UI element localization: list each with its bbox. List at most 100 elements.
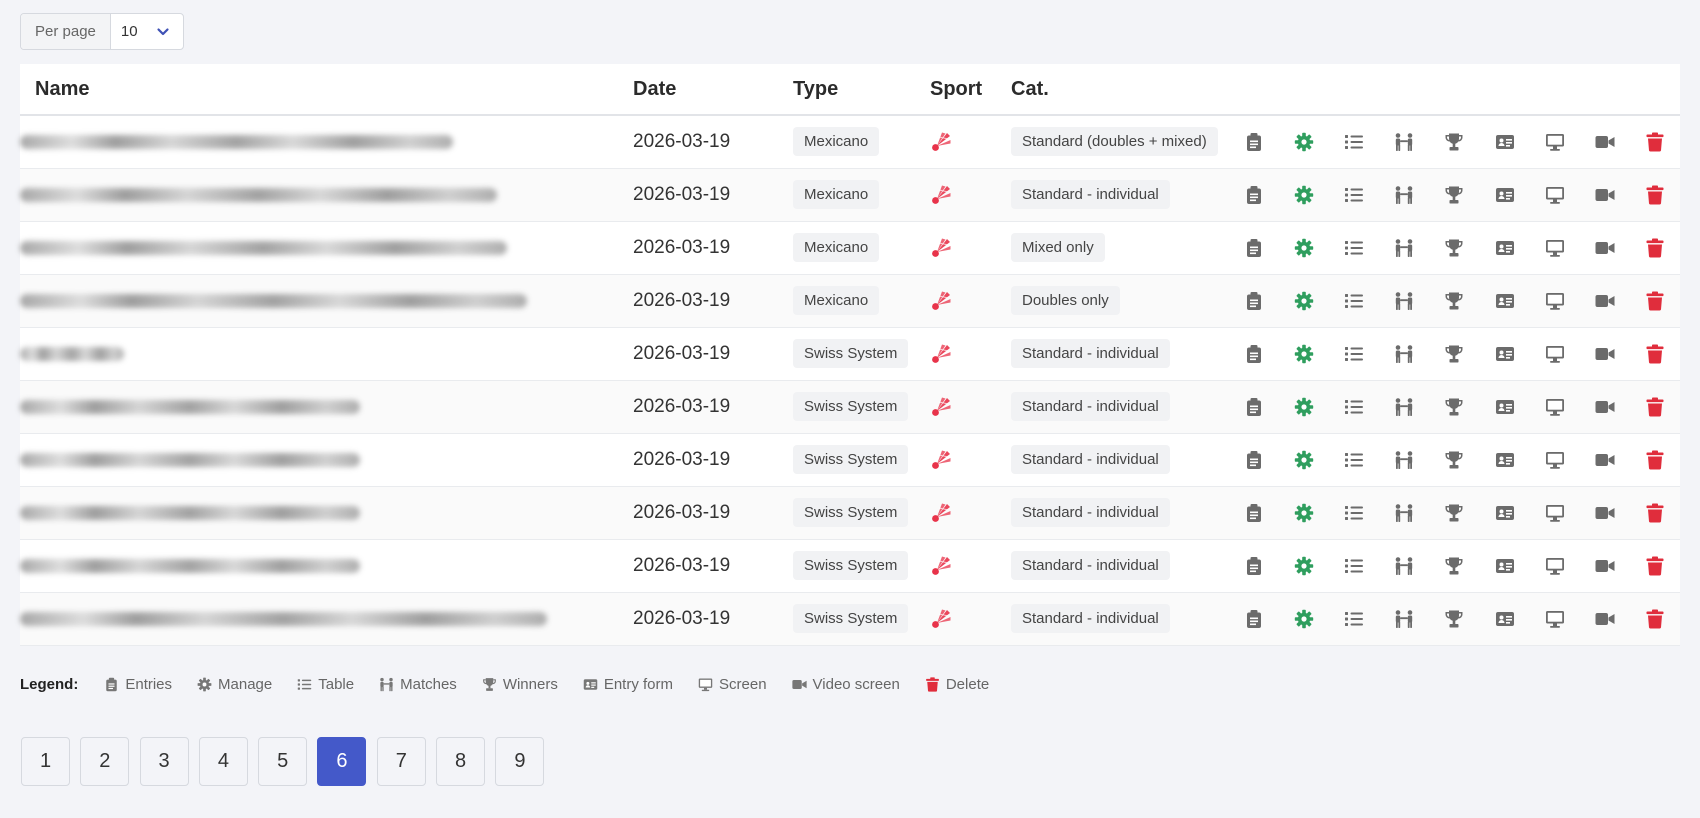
row-action-gear[interactable] — [1279, 450, 1329, 470]
row-action-video[interactable] — [1580, 185, 1630, 205]
row-action-trophy[interactable] — [1429, 397, 1479, 417]
row-action-people[interactable] — [1379, 291, 1429, 311]
row-action-people[interactable] — [1379, 609, 1429, 629]
cell-name[interactable] — [20, 539, 633, 593]
row-action-id-card[interactable] — [1480, 185, 1530, 205]
page-button-8[interactable]: 8 — [436, 737, 486, 786]
row-action-desktop[interactable] — [1530, 397, 1580, 417]
cell-name[interactable] — [20, 380, 633, 434]
row-action-id-card[interactable] — [1480, 556, 1530, 576]
row-action-id-card[interactable] — [1480, 609, 1530, 629]
page-button-4[interactable]: 4 — [198, 737, 248, 786]
cell-name[interactable] — [20, 592, 633, 646]
row-action-trophy[interactable] — [1429, 344, 1479, 364]
row-action-video[interactable] — [1580, 132, 1630, 152]
header-category[interactable]: Cat. — [1011, 64, 1229, 116]
row-action-clipboard[interactable] — [1229, 185, 1279, 205]
row-action-gear[interactable] — [1279, 503, 1329, 523]
row-action-gear[interactable] — [1279, 238, 1329, 258]
cell-name[interactable] — [20, 221, 633, 275]
page-button-3[interactable]: 3 — [139, 737, 189, 786]
row-action-desktop[interactable] — [1530, 503, 1580, 523]
row-action-people[interactable] — [1379, 556, 1429, 576]
page-button-5[interactable]: 5 — [258, 737, 308, 786]
row-action-clipboard[interactable] — [1229, 291, 1279, 311]
header-sport[interactable]: Sport — [930, 64, 1011, 116]
row-action-video[interactable] — [1580, 503, 1630, 523]
row-action-trophy[interactable] — [1429, 609, 1479, 629]
row-action-people[interactable] — [1379, 132, 1429, 152]
row-action-list[interactable] — [1329, 450, 1379, 470]
row-action-trash[interactable] — [1630, 344, 1680, 364]
cell-name[interactable] — [20, 327, 633, 381]
row-action-people[interactable] — [1379, 238, 1429, 258]
row-action-people[interactable] — [1379, 503, 1429, 523]
row-action-people[interactable] — [1379, 185, 1429, 205]
row-action-trophy[interactable] — [1429, 503, 1479, 523]
row-action-trash[interactable] — [1630, 185, 1680, 205]
row-action-list[interactable] — [1329, 291, 1379, 311]
row-action-trophy[interactable] — [1429, 238, 1479, 258]
page-button-6[interactable]: 6 — [317, 737, 367, 786]
row-action-id-card[interactable] — [1480, 132, 1530, 152]
cell-name[interactable] — [20, 168, 633, 222]
page-button-2[interactable]: 2 — [80, 737, 130, 786]
row-action-video[interactable] — [1580, 609, 1630, 629]
row-action-desktop[interactable] — [1530, 132, 1580, 152]
row-action-trash[interactable] — [1630, 503, 1680, 523]
row-action-clipboard[interactable] — [1229, 238, 1279, 258]
row-action-id-card[interactable] — [1480, 344, 1530, 364]
row-action-gear[interactable] — [1279, 344, 1329, 364]
row-action-desktop[interactable] — [1530, 556, 1580, 576]
row-action-trophy[interactable] — [1429, 132, 1479, 152]
row-action-trash[interactable] — [1630, 238, 1680, 258]
row-action-clipboard[interactable] — [1229, 397, 1279, 417]
row-action-id-card[interactable] — [1480, 238, 1530, 258]
row-action-list[interactable] — [1329, 609, 1379, 629]
row-action-clipboard[interactable] — [1229, 556, 1279, 576]
row-action-video[interactable] — [1580, 238, 1630, 258]
row-action-id-card[interactable] — [1480, 397, 1530, 417]
header-date[interactable]: Date — [633, 64, 793, 116]
row-action-trash[interactable] — [1630, 556, 1680, 576]
row-action-trophy[interactable] — [1429, 185, 1479, 205]
row-action-video[interactable] — [1580, 397, 1630, 417]
cell-name[interactable] — [20, 433, 633, 487]
row-action-trash[interactable] — [1630, 291, 1680, 311]
row-action-gear[interactable] — [1279, 132, 1329, 152]
row-action-clipboard[interactable] — [1229, 344, 1279, 364]
row-action-desktop[interactable] — [1530, 185, 1580, 205]
row-action-trophy[interactable] — [1429, 291, 1479, 311]
header-type[interactable]: Type — [793, 64, 930, 116]
row-action-desktop[interactable] — [1530, 609, 1580, 629]
row-action-list[interactable] — [1329, 503, 1379, 523]
row-action-list[interactable] — [1329, 132, 1379, 152]
cell-name[interactable] — [20, 486, 633, 540]
row-action-list[interactable] — [1329, 556, 1379, 576]
row-action-people[interactable] — [1379, 344, 1429, 364]
row-action-trophy[interactable] — [1429, 556, 1479, 576]
row-action-video[interactable] — [1580, 344, 1630, 364]
row-action-id-card[interactable] — [1480, 503, 1530, 523]
row-action-trash[interactable] — [1630, 132, 1680, 152]
page-button-1[interactable]: 1 — [21, 737, 70, 786]
page-button-9[interactable]: 9 — [495, 737, 545, 786]
row-action-clipboard[interactable] — [1229, 132, 1279, 152]
row-action-id-card[interactable] — [1480, 450, 1530, 470]
row-action-list[interactable] — [1329, 344, 1379, 364]
row-action-trash[interactable] — [1630, 450, 1680, 470]
header-name[interactable]: Name — [20, 64, 633, 116]
row-action-video[interactable] — [1580, 450, 1630, 470]
row-action-gear[interactable] — [1279, 397, 1329, 417]
row-action-people[interactable] — [1379, 450, 1429, 470]
cell-name[interactable] — [20, 115, 633, 169]
row-action-gear[interactable] — [1279, 556, 1329, 576]
cell-name[interactable] — [20, 274, 633, 328]
row-action-clipboard[interactable] — [1229, 609, 1279, 629]
row-action-list[interactable] — [1329, 397, 1379, 417]
row-action-list[interactable] — [1329, 185, 1379, 205]
row-action-gear[interactable] — [1279, 609, 1329, 629]
row-action-desktop[interactable] — [1530, 450, 1580, 470]
row-action-gear[interactable] — [1279, 291, 1329, 311]
row-action-list[interactable] — [1329, 238, 1379, 258]
